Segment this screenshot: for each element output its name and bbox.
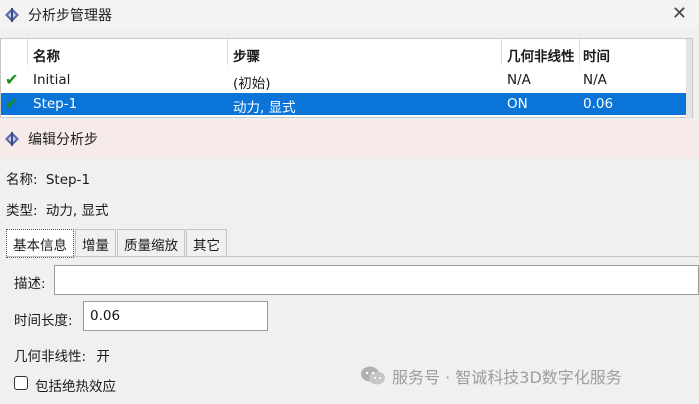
edit-step-title: 编辑分析步 [28,132,98,148]
edit-step-tabs: 基本信息 增量 质量缩放 其它 [6,229,228,258]
adiabatic-label[interactable]: 包括绝热效应 [35,375,116,395]
step-name-value: Step-1 [45,172,91,188]
description-input[interactable] [54,265,699,295]
step-name-line: 名称: Step-1 [6,168,90,188]
nlgeom-label: 几何非线性: [14,349,87,365]
step-name-label: 名称: [6,172,38,188]
column-header-procedure[interactable]: 步骤 [233,45,260,65]
step-table: 名称 步骤 几何非线性 时间 ✔ Initial (初始) N/A N/A ✔ … [0,38,693,119]
abaqus-app-icon [5,8,19,22]
column-header-nlgeom[interactable]: 几何非线性 [507,45,579,65]
time-period-input[interactable] [83,301,268,331]
tab-basic[interactable]: 基本信息 [6,229,74,258]
table-row[interactable]: ✔ Initial (初始) N/A N/A [1,69,692,92]
row-time: N/A [583,72,607,88]
row-nlgeom: ON [507,96,528,112]
nlgeom-value: 开 [96,349,110,365]
close-icon[interactable]: ✕ [672,4,687,24]
step-type-label: 类型: [6,203,38,219]
row-nlgeom: N/A [507,72,531,88]
step-manager-titlebar: 分析步管理器 ✕ [0,0,699,30]
step-manager-title: 分析步管理器 [28,8,112,24]
step-type-line: 类型: 动力, 显式 [6,199,108,219]
step-type-value: 动力, 显式 [45,203,109,219]
edit-step-titlebar: 编辑分析步 [0,120,699,158]
column-header-time[interactable]: 时间 [583,45,610,65]
check-icon: ✔ [5,94,19,113]
check-icon: ✔ [5,70,19,89]
row-procedure: (初始) [233,76,271,92]
tab-other[interactable]: 其它 [186,229,227,257]
tab-mass-scaling[interactable]: 质量缩放 [117,229,185,257]
adiabatic-checkbox[interactable] [14,376,28,390]
table-header: 名称 步骤 几何非线性 时间 [1,42,692,66]
row-time: 0.06 [583,96,614,112]
vertical-scrollbar[interactable] [686,39,692,119]
row-name: Step-1 [33,96,78,112]
nlgeom-line: 几何非线性: 开 [14,345,110,365]
description-label: 描述: [14,276,46,292]
row-name: Initial [33,72,71,88]
time-period-label: 时间长度: [14,313,73,329]
watermark: 服务号 · 智诚科技3D数字化服务 [360,364,622,388]
wechat-icon [361,366,385,385]
table-row-selected[interactable]: ✔ Step-1 动力, 显式 ON 0.06 [1,93,692,116]
tab-incrementation[interactable]: 增量 [75,229,116,257]
column-header-name[interactable]: 名称 [33,45,60,65]
row-procedure: 动力, 显式 [233,100,296,116]
watermark-text: 服务号 · 智诚科技3D数字化服务 [392,368,622,387]
abaqus-app-icon [5,132,19,146]
